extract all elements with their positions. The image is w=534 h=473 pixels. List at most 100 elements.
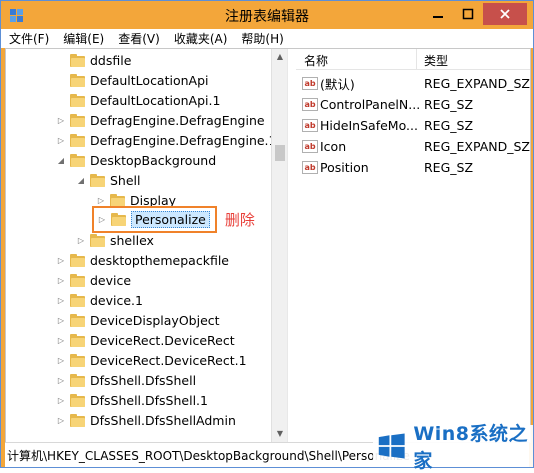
folder-icon — [90, 233, 106, 247]
expand-arrow-icon[interactable]: ▷ — [96, 196, 106, 205]
scroll-down-arrow-icon[interactable]: ▼ — [272, 426, 288, 442]
folder-icon — [111, 212, 127, 226]
tree-item-label: DeviceDisplayObject — [90, 312, 220, 328]
selection-highlight-box: ▷ Personalize — [92, 205, 217, 233]
menu-bar: 文件(F) 编辑(E) 查看(V) 收藏夹(A) 帮助(H) — [1, 29, 533, 48]
folder-icon — [70, 353, 86, 367]
folder-icon — [70, 133, 86, 147]
tree-item[interactable]: ddsfile — [56, 50, 131, 70]
column-separator[interactable] — [416, 49, 417, 69]
string-value-icon: ab — [302, 77, 318, 90]
tree-item-label: desktopthemepackfile — [90, 252, 229, 268]
value-row[interactable]: ab Position REG_SZ — [302, 157, 473, 178]
delete-annotation: 删除 — [224, 210, 255, 229]
windows-logo-icon — [378, 433, 405, 459]
folder-icon — [90, 173, 106, 187]
expand-arrow-icon[interactable]: ▷ — [56, 256, 66, 265]
value-row[interactable]: ab ControlPanelN... REG_SZ — [302, 94, 473, 115]
expand-arrow-icon[interactable]: ▷ — [56, 336, 66, 345]
tree-item[interactable]: ◢ DesktopBackground — [56, 150, 216, 170]
expand-arrow-icon[interactable]: ▷ — [56, 136, 66, 145]
tree-item-label: shellex — [110, 232, 154, 248]
tree-item[interactable]: DefaultLocationApi.1 — [56, 90, 220, 110]
folder-icon — [70, 373, 86, 387]
content-frame: ddsfile DefaultLocationApi DefaultLocation… — [5, 48, 531, 443]
collapse-arrow-icon[interactable]: ◢ — [76, 176, 86, 185]
tree-item[interactable]: DefaultLocationApi — [56, 70, 209, 90]
tree-item-label: DeviceRect.DeviceRect.1 — [90, 352, 247, 368]
string-value-icon: ab — [302, 119, 318, 132]
expand-arrow-icon[interactable]: ▷ — [76, 236, 86, 245]
expand-arrow-icon[interactable]: ▷ — [56, 276, 66, 285]
folder-icon — [70, 113, 86, 127]
close-button[interactable] — [483, 3, 527, 25]
column-header-type[interactable]: 类型 — [424, 52, 448, 69]
tree-item-label: ddsfile — [90, 52, 132, 68]
folder-icon — [70, 153, 86, 167]
tree-item-label: device — [90, 272, 132, 288]
maximize-button[interactable] — [453, 3, 483, 25]
tree-scrollbar[interactable]: ▲ ▼ — [271, 49, 288, 442]
tree-item-label: device.1 — [90, 292, 143, 308]
tree-item-label: DefragEngine.DefragEngine.1 — [90, 132, 277, 148]
watermark-text: Win8系统之家 — [413, 423, 529, 472]
expand-arrow-icon[interactable]: ▷ — [97, 215, 107, 224]
expand-arrow-icon[interactable]: ▷ — [56, 296, 66, 305]
value-name: ControlPanelN... — [320, 97, 421, 112]
menu-help[interactable]: 帮助(H) — [233, 30, 289, 47]
expand-arrow-icon[interactable]: ▷ — [56, 316, 66, 325]
expand-arrow-icon[interactable]: ▷ — [56, 116, 66, 125]
collapse-arrow-icon[interactable]: ◢ — [56, 156, 66, 165]
tree-item[interactable]: ▷ DeviceDisplayObject — [56, 310, 220, 330]
folder-icon — [70, 53, 86, 67]
folder-icon — [70, 93, 86, 107]
title-bar[interactable]: 注册表编辑器 — [1, 1, 533, 29]
minimize-button[interactable] — [423, 3, 453, 25]
tree-item[interactable]: ▷ shellex — [76, 230, 154, 250]
tree-item-label: DfsShell.DfsShell.1 — [90, 392, 208, 408]
string-value-icon: ab — [302, 98, 318, 111]
expand-arrow-icon[interactable]: ▷ — [56, 356, 66, 365]
tree-item[interactable]: ▷ DefragEngine.DefragEngine — [56, 110, 265, 130]
menu-favorites[interactable]: 收藏夹(A) — [166, 30, 234, 47]
value-row[interactable]: ab (默认) REG_EXPAND_SZ — [302, 73, 530, 94]
expand-arrow-icon[interactable]: ▷ — [56, 376, 66, 385]
tree-item[interactable]: ▷ DeviceRect.DeviceRect — [56, 330, 235, 350]
tree-item[interactable]: ▷ device — [56, 270, 131, 290]
scroll-thumb[interactable] — [275, 145, 285, 161]
regedit-window: 注册表编辑器 文件(F) 编辑(E) 查看(V) 收藏夹(A) 帮助(H) dd… — [0, 0, 534, 472]
registry-tree[interactable]: ddsfile DefaultLocationApi DefaultLocation… — [6, 49, 287, 442]
tree-item[interactable]: ◢ Shell — [76, 170, 141, 190]
folder-icon — [70, 273, 86, 287]
tree-item-label: DefaultLocationApi.1 — [90, 92, 221, 108]
tree-item[interactable]: ▷ DfsShell.DfsShellAdmin — [56, 410, 236, 430]
value-type: REG_SZ — [424, 118, 474, 133]
tree-item-label: DfsShell.DfsShell — [90, 372, 197, 388]
menu-file[interactable]: 文件(F) — [1, 30, 55, 47]
menu-view[interactable]: 查看(V) — [110, 30, 166, 47]
tree-item-label: DefragEngine.DefragEngine — [90, 112, 265, 128]
tree-item-label: Personalize — [131, 210, 210, 228]
value-type: REG_SZ — [424, 97, 474, 112]
tree-item[interactable]: ▷ DfsShell.DfsShell — [56, 370, 196, 390]
minimize-icon — [433, 16, 443, 18]
tree-item[interactable]: ▷ desktopthemepackfile — [56, 250, 229, 270]
tree-item[interactable]: ▷ DfsShell.DfsShell.1 — [56, 390, 208, 410]
expand-arrow-icon[interactable]: ▷ — [56, 396, 66, 405]
tree-item[interactable]: ▷ DeviceRect.DeviceRect.1 — [56, 350, 247, 370]
value-row[interactable]: ab Icon REG_EXPAND_SZ — [302, 136, 530, 157]
column-header-name[interactable]: 名称 — [304, 52, 328, 69]
value-type: REG_EXPAND_SZ — [424, 76, 530, 91]
value-row[interactable]: ab HideInSafeMo... REG_SZ — [302, 115, 473, 136]
folder-icon — [70, 333, 86, 347]
expand-arrow-icon[interactable]: ▷ — [56, 416, 66, 425]
scroll-up-arrow-icon[interactable]: ▲ — [272, 49, 288, 65]
tree-item[interactable]: ▷ device.1 — [56, 290, 143, 310]
value-name: Icon — [320, 139, 347, 154]
folder-icon — [70, 293, 86, 307]
tree-item[interactable]: ▷ Personalize 删除 — [92, 205, 255, 233]
menu-edit[interactable]: 编辑(E) — [55, 30, 110, 47]
values-pane: 名称 类型 ab (默认) REG_EXPAND_SZ ab ControlPanelN… — [296, 49, 530, 442]
tree-item[interactable]: ▷ DefragEngine.DefragEngine.1 — [56, 130, 277, 150]
value-name: Position — [320, 160, 369, 175]
